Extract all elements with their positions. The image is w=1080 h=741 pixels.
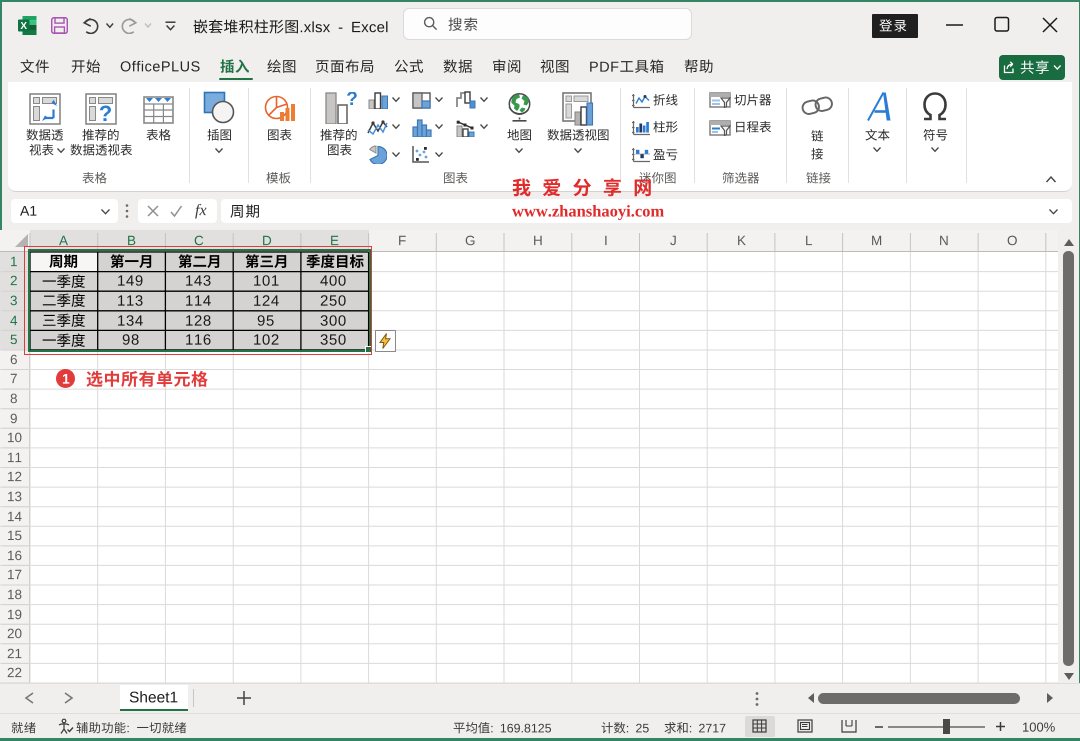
svg-text:?: ? — [346, 92, 357, 110]
svg-text:X: X — [20, 21, 27, 32]
svg-text:?: ? — [99, 101, 112, 125]
